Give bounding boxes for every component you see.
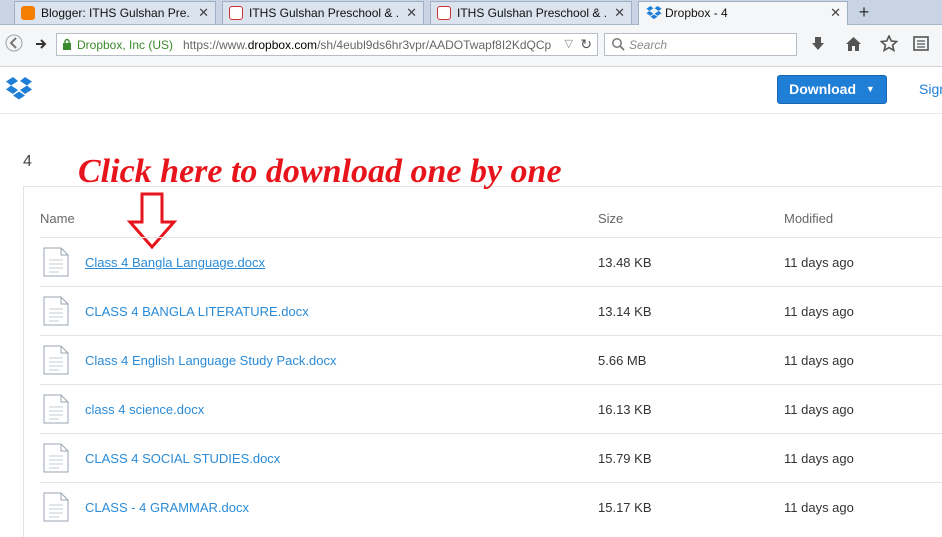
search-placeholder: Search — [629, 38, 668, 52]
file-name-link[interactable]: Class 4 English Language Study Pack.docx — [85, 353, 337, 368]
file-name-link[interactable]: CLASS 4 SOCIAL STUDIES.docx — [85, 451, 280, 466]
file-size: 5.66 MB — [598, 353, 647, 368]
url-text[interactable]: https://www.dropbox.com/sh/4eubl9ds6hr3v… — [183, 38, 553, 52]
blogger-icon — [21, 6, 35, 20]
reload-icon[interactable]: ↻ — [580, 36, 592, 53]
column-header-size[interactable]: Size — [598, 211, 623, 226]
site-identity[interactable]: Dropbox, Inc (US) — [77, 38, 173, 52]
lock-icon — [62, 38, 72, 50]
close-icon[interactable]: ✕ — [198, 5, 209, 21]
annotation-text: Click here to download one by one — [78, 153, 562, 190]
tab-title: ITHS Gulshan Preschool & ... — [249, 6, 399, 20]
site-favicon-icon — [229, 6, 243, 20]
document-icon — [43, 247, 69, 282]
site-favicon-icon — [437, 6, 451, 20]
download-arrow-icon[interactable] — [810, 36, 826, 57]
tab-blogger[interactable]: Blogger: ITHS Gulshan Pre... ✕ — [14, 1, 216, 24]
search-input[interactable]: Search — [604, 33, 797, 56]
close-icon[interactable]: ✕ — [614, 5, 625, 21]
file-name-link[interactable]: CLASS 4 BANGLA LITERATURE.docx — [85, 304, 309, 319]
url-bar[interactable]: Dropbox, Inc (US) https://www.dropbox.co… — [56, 33, 598, 56]
file-row[interactable]: Class 4 English Language Study Pack.docx… — [40, 335, 942, 385]
document-icon — [43, 394, 69, 429]
file-row[interactable]: class 4 science.docx 16.13 KB 11 days ag… — [40, 384, 942, 434]
file-name-link[interactable]: CLASS - 4 GRAMMAR.docx — [85, 500, 249, 515]
tab-iths-2[interactable]: ITHS Gulshan Preschool & ... ✕ — [430, 1, 632, 24]
file-row[interactable]: CLASS 4 SOCIAL STUDIES.docx 15.79 KB 11 … — [40, 433, 942, 483]
sign-in-link[interactable]: Sign — [919, 81, 942, 97]
folder-title: 4 — [23, 153, 32, 170]
dropbox-favicon-icon — [646, 6, 662, 20]
forward-icon[interactable] — [34, 37, 48, 56]
new-tab-button[interactable]: + — [852, 1, 876, 23]
file-modified: 11 days ago — [784, 304, 854, 319]
column-header-modified[interactable]: Modified — [784, 211, 833, 226]
close-icon[interactable]: ✕ — [830, 5, 841, 21]
file-modified: 11 days ago — [784, 402, 854, 417]
file-size: 13.14 KB — [598, 304, 652, 319]
navigation-bar: Dropbox, Inc (US) https://www.dropbox.co… — [0, 25, 942, 67]
file-row[interactable]: CLASS - 4 GRAMMAR.docx 15.17 KB 11 days … — [40, 482, 942, 532]
file-modified: 11 days ago — [784, 353, 854, 368]
tab-title: Blogger: ITHS Gulshan Pre... — [41, 6, 191, 20]
file-size: 16.13 KB — [598, 402, 652, 417]
search-icon — [611, 37, 625, 54]
dropbox-header: Download ▼ Sign — [0, 67, 942, 114]
tab-title: Dropbox - 4 — [665, 6, 728, 20]
file-row[interactable]: CLASS 4 BANGLA LITERATURE.docx 13.14 KB … — [40, 286, 942, 336]
file-modified: 11 days ago — [784, 255, 854, 270]
file-size: 15.79 KB — [598, 451, 652, 466]
bookmark-star-icon[interactable] — [879, 34, 899, 57]
dropdown-icon[interactable]: ▽ — [565, 37, 573, 50]
document-icon — [43, 492, 69, 527]
document-icon — [43, 296, 69, 331]
download-button[interactable]: Download ▼ — [777, 75, 887, 104]
file-name-link[interactable]: class 4 science.docx — [85, 402, 204, 417]
column-header-name[interactable]: Name — [40, 211, 75, 226]
file-modified: 11 days ago — [784, 500, 854, 515]
document-icon — [43, 345, 69, 380]
back-icon[interactable] — [5, 34, 23, 57]
tab-iths-1[interactable]: ITHS Gulshan Preschool & ... ✕ — [222, 1, 424, 24]
caret-down-icon: ▼ — [865, 84, 875, 94]
document-icon — [43, 443, 69, 478]
close-icon[interactable]: ✕ — [406, 5, 417, 21]
file-size: 13.48 KB — [598, 255, 652, 270]
file-modified: 11 days ago — [784, 451, 854, 466]
home-icon[interactable] — [845, 36, 862, 57]
reading-list-icon[interactable] — [913, 36, 929, 56]
file-name-link[interactable]: Class 4 Bangla Language.docx — [85, 255, 265, 270]
tab-title: ITHS Gulshan Preschool & ... — [457, 6, 607, 20]
file-row[interactable]: Class 4 Bangla Language.docx 13.48 KB 11… — [40, 237, 942, 287]
divider — [23, 186, 24, 537]
tab-strip: Blogger: ITHS Gulshan Pre... ✕ ITHS Guls… — [0, 0, 942, 25]
file-size: 15.17 KB — [598, 500, 652, 515]
dropbox-logo-icon[interactable] — [6, 77, 32, 101]
tab-dropbox[interactable]: Dropbox - 4 ✕ — [638, 1, 848, 25]
